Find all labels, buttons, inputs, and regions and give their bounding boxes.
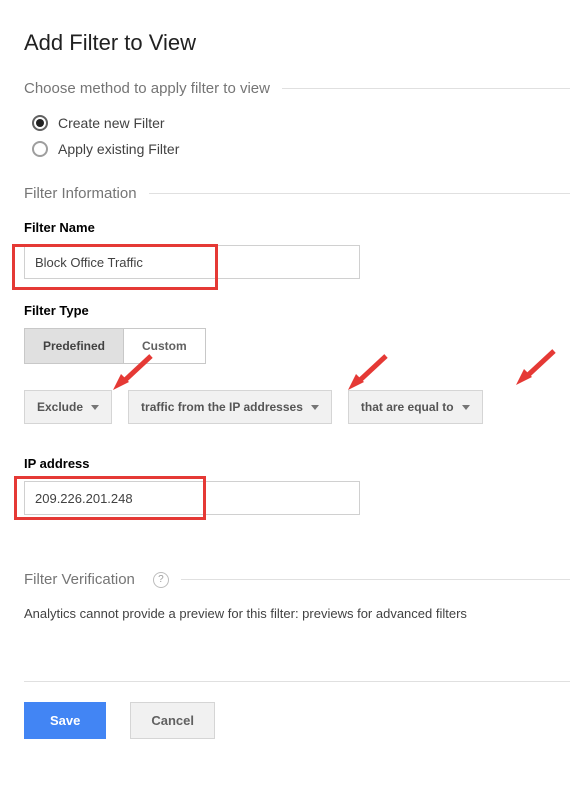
dropdown-label: that are equal to [361,400,454,414]
annotation-arrow-icon [512,347,558,389]
dropdown-traffic-source[interactable]: traffic from the IP addresses [128,390,332,424]
filter-info-section-header: Filter Information [24,185,570,202]
predefined-dropdown-row: Exclude traffic from the IP addresses th… [24,390,570,424]
chevron-down-icon [462,405,470,410]
verification-message: Analytics cannot provide a preview for t… [24,606,570,621]
save-button[interactable]: Save [24,702,106,739]
dropdown-expression[interactable]: that are equal to [348,390,483,424]
toggle-custom[interactable]: Custom [123,329,205,363]
radio-icon [32,141,48,157]
ip-address-input[interactable] [24,481,360,515]
cancel-button[interactable]: Cancel [130,702,215,739]
annotation-arrow-icon [344,352,390,394]
filter-type-label: Filter Type [24,303,570,318]
radio-icon [32,115,48,131]
filter-info-heading: Filter Information [24,185,137,202]
dropdown-label: traffic from the IP addresses [141,400,303,414]
divider [282,88,570,89]
page-title: Add Filter to View [24,30,570,56]
dropdown-exclude[interactable]: Exclude [24,390,112,424]
filter-name-input[interactable] [24,245,360,279]
radio-apply-existing-filter[interactable]: Apply existing Filter [32,141,570,157]
divider [149,193,570,194]
radio-label: Create new Filter [58,115,165,131]
chevron-down-icon [91,405,99,410]
toggle-predefined[interactable]: Predefined [25,329,123,363]
verification-heading: Filter Verification [24,571,135,588]
method-radio-group: Create new Filter Apply existing Filter [32,115,570,157]
ip-address-label: IP address [24,456,570,471]
filter-type-toggle: Predefined Custom [24,328,206,364]
method-heading: Choose method to apply filter to view [24,80,270,97]
method-section-header: Choose method to apply filter to view [24,80,570,97]
filter-name-block: Filter Name [24,220,570,279]
radio-label: Apply existing Filter [58,141,179,157]
radio-create-new-filter[interactable]: Create new Filter [32,115,570,131]
dropdown-label: Exclude [37,400,83,414]
verification-section-header: Filter Verification ? [24,571,570,588]
help-icon[interactable]: ? [153,572,169,588]
action-buttons: Save Cancel [24,681,570,739]
filter-name-label: Filter Name [24,220,570,235]
filter-type-block: Filter Type Predefined Custom Exclude tr… [24,303,570,424]
divider [181,579,570,580]
chevron-down-icon [311,405,319,410]
ip-address-block: IP address [24,456,570,515]
